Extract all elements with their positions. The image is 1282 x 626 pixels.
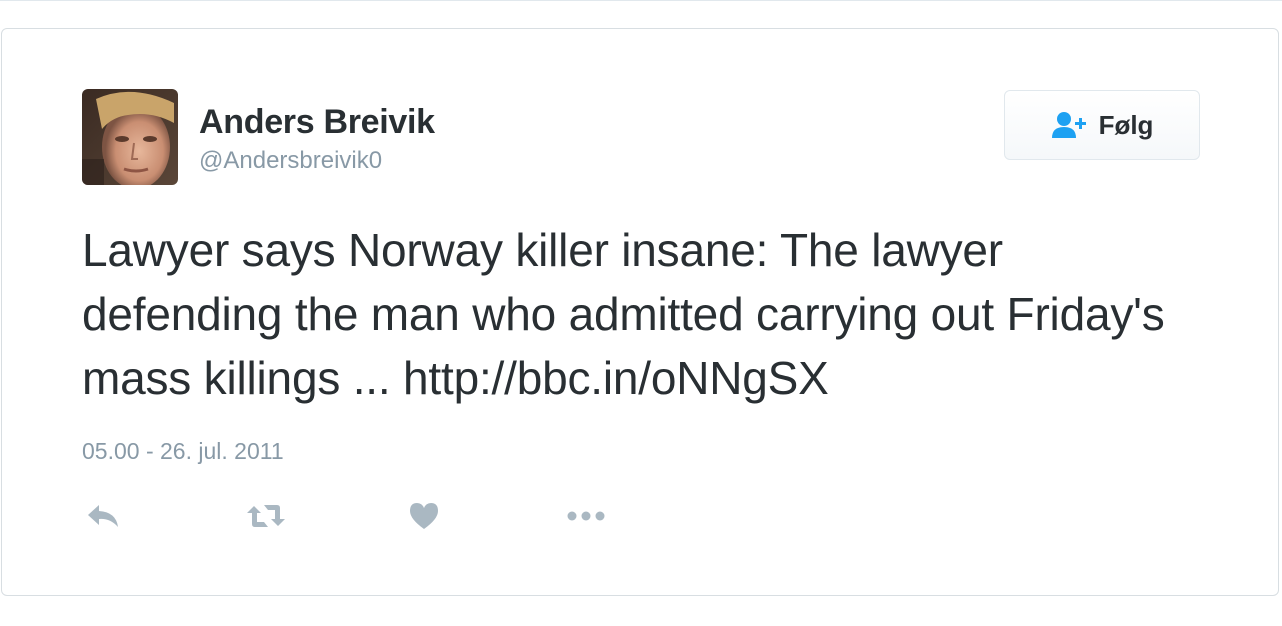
- reply-button[interactable]: [86, 499, 120, 533]
- add-user-icon: [1051, 112, 1086, 138]
- tweet-card: Anders Breivik @Andersbreivik0 Følg Lawy…: [1, 28, 1279, 596]
- more-button[interactable]: [566, 499, 606, 533]
- retweet-icon: [247, 505, 285, 527]
- like-button[interactable]: [408, 499, 440, 533]
- more-icon: [567, 511, 605, 521]
- follow-button-label: Følg: [1098, 109, 1154, 140]
- tweet-timestamp[interactable]: 05.00 - 26. jul. 2011: [82, 438, 284, 465]
- reply-icon: [88, 505, 118, 527]
- top-divider: [0, 0, 1282, 1]
- user-name[interactable]: Anders Breivik: [199, 103, 435, 142]
- page: Anders Breivik @Andersbreivik0 Følg Lawy…: [0, 0, 1282, 626]
- user-handle[interactable]: @Andersbreivik0: [199, 147, 382, 175]
- heart-icon: [410, 503, 438, 529]
- avatar-image: [82, 89, 178, 185]
- avatar[interactable]: [82, 89, 178, 185]
- follow-button[interactable]: Følg: [1004, 90, 1200, 160]
- retweet-button[interactable]: [246, 499, 286, 533]
- tweet-text: Lawyer says Norway killer insane: The la…: [82, 224, 1165, 404]
